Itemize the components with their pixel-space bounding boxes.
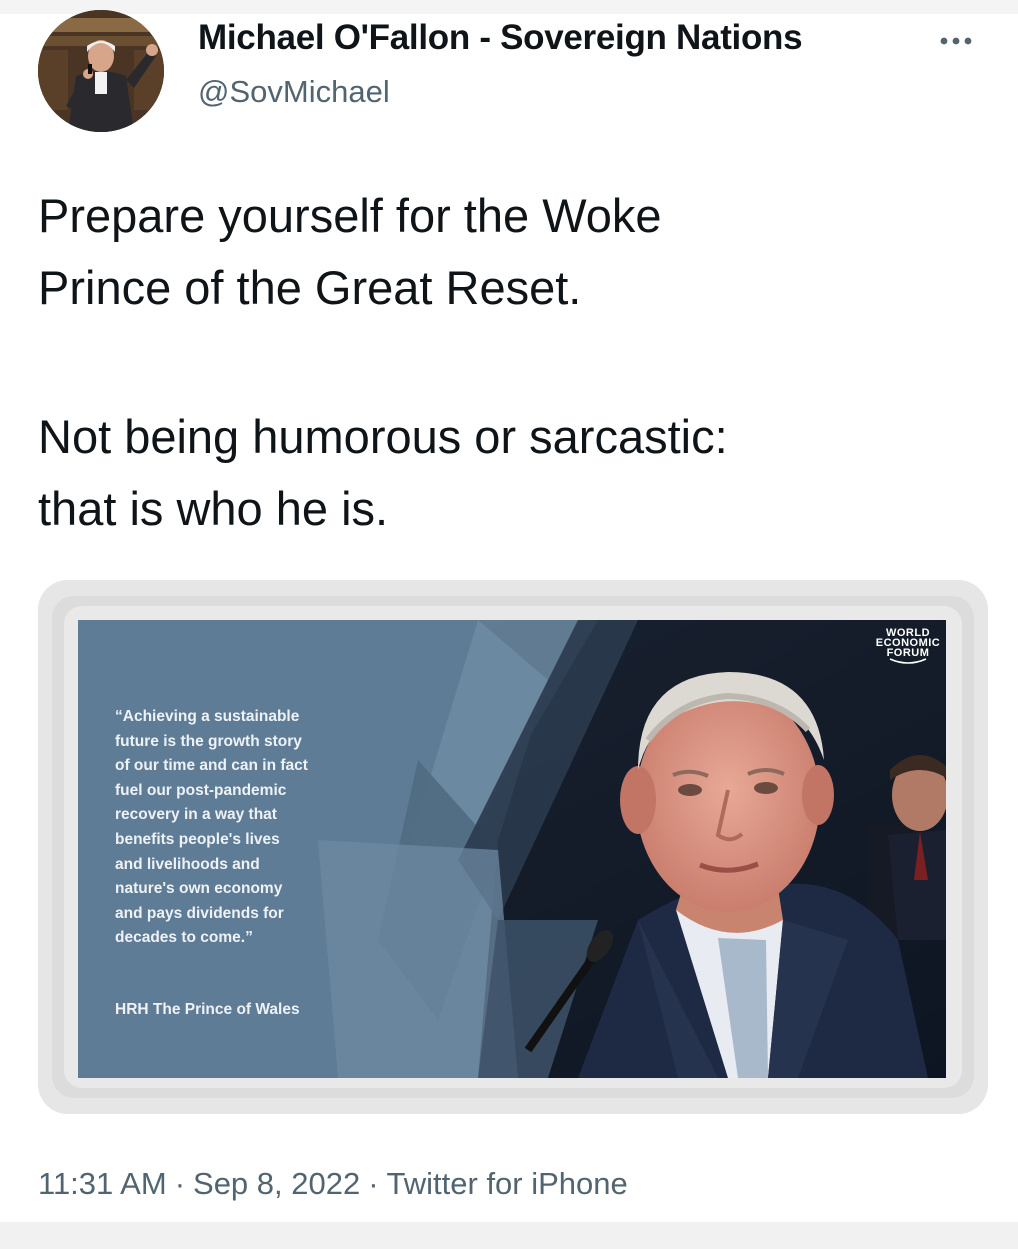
author-display-name[interactable]: Michael O'Fallon - Sovereign Nations	[198, 18, 803, 58]
tweet: Michael O'Fallon - Sovereign Nations @So…	[0, 0, 1018, 1249]
tweet-time[interactable]: 11:31 AM	[38, 1166, 167, 1201]
wef-logo-line: FORUM	[886, 647, 930, 659]
tweet-meta: 11:31 AM · Sep 8, 2022 · Twitter for iPhone	[38, 1166, 628, 1202]
meta-separator: ·	[368, 1166, 379, 1201]
media-quote-text: “Achieving a sustainable future is the g…	[115, 708, 308, 947]
tweet-text-line: Not being humorous or sarcastic:	[38, 410, 728, 463]
tweet-source[interactable]: Twitter for iPhone	[387, 1166, 628, 1201]
wef-logo: WORLD ECONOMIC FORUM	[862, 628, 954, 668]
avatar-photo	[38, 10, 164, 132]
more-horizontal-icon	[940, 37, 972, 45]
author-handle[interactable]: @SovMichael	[198, 74, 390, 110]
tweet-text-line: Prince of the Great Reset.	[38, 261, 582, 314]
meta-separator: ·	[174, 1166, 186, 1201]
tweet-text-line: Prepare yourself for the Woke	[38, 189, 662, 242]
bottom-divider	[0, 1222, 1018, 1249]
avatar[interactable]	[38, 10, 164, 132]
tweet-text-line: that is who he is.	[38, 482, 389, 535]
media-quote-attribution: HRH The Prince of Wales	[115, 1001, 300, 1018]
tweet-date[interactable]: Sep 8, 2022	[193, 1166, 360, 1201]
wef-logo-arc-icon	[889, 658, 927, 664]
top-divider	[0, 0, 1018, 14]
more-button[interactable]	[930, 24, 982, 58]
